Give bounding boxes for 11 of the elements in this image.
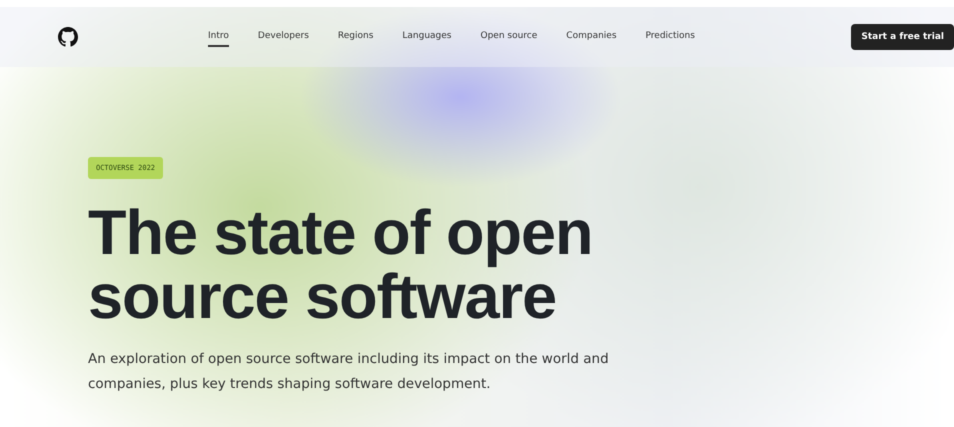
logo-icon xyxy=(58,27,78,47)
nav-link[interactable]: Predictions xyxy=(646,27,695,47)
nav-link[interactable]: Regions xyxy=(338,27,374,47)
nav-link[interactable]: Intro xyxy=(208,27,229,47)
hero-title: The state of open source software xyxy=(88,201,594,329)
nav-link[interactable]: Languages xyxy=(402,27,452,47)
nav-link[interactable]: Developers xyxy=(258,27,309,47)
free-trial-button[interactable]: Start a free trial xyxy=(851,24,954,50)
hero-description: An exploration of open source software including its impact on the world and companies, plus key trends shaping software development. xyxy=(88,350,610,394)
nav-link[interactable]: Companies xyxy=(566,27,617,47)
nav-link[interactable]: Open source xyxy=(480,27,538,47)
